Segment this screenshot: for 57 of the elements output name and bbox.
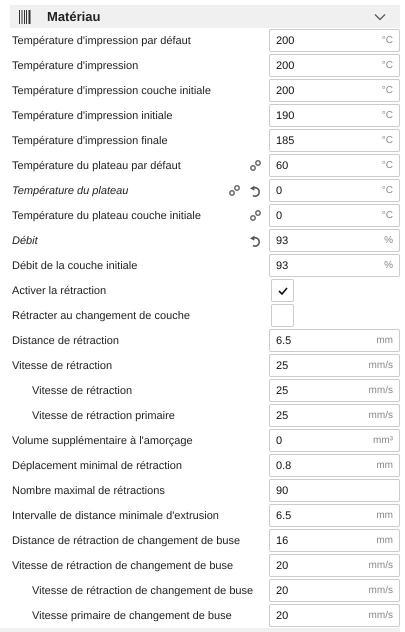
checkbox[interactable]	[271, 304, 294, 327]
setting-label: Déplacement minimal de rétraction	[12, 460, 183, 472]
checkmark-icon	[278, 286, 288, 294]
number-field[interactable]: 200 °C	[269, 29, 400, 52]
setting-label: Température du plateau par défaut	[12, 160, 182, 172]
reset-icon[interactable]	[249, 234, 261, 246]
setting-label: Intervalle de distance minimale d'extrusion	[12, 510, 220, 522]
setting-label: Température d'impression par défaut	[12, 34, 192, 46]
setting-label: Volume supplémentaire à l'amorçage	[12, 434, 194, 446]
section-title: Matériau	[47, 9, 102, 24]
number-field[interactable]: 60 °C	[269, 154, 400, 177]
number-field[interactable]: 6.5 mm	[269, 329, 400, 352]
link-icon[interactable]	[250, 160, 261, 171]
number-field[interactable]: 0.8 mm	[269, 454, 400, 477]
setting-label: Température d'impression finale	[12, 134, 169, 146]
number-field[interactable]: 93 %	[269, 254, 400, 277]
setting-label: Température d'impression initiale	[12, 110, 174, 122]
number-field[interactable]: 190 °C	[269, 104, 400, 127]
setting-label: Température du plateau couche initiale	[12, 210, 202, 222]
number-field[interactable]: 93 %	[269, 229, 400, 252]
number-field[interactable]: 16 mm	[269, 529, 400, 552]
number-field[interactable]: 0 °C	[269, 179, 400, 202]
setting-label: Débit de la couche initiale	[12, 260, 138, 272]
number-field[interactable]: 200 °C	[269, 79, 400, 102]
setting-label: Vitesse primaire de changement de buse	[32, 610, 233, 622]
number-field[interactable]: 90	[269, 479, 400, 502]
setting-label: Température du plateau	[12, 184, 130, 196]
chevron-icon[interactable]	[374, 12, 386, 20]
setting-label: Vitesse de rétraction	[32, 384, 134, 396]
reset-icon[interactable]	[249, 184, 261, 196]
setting-label: Distance de rétraction	[12, 334, 120, 346]
setting-label: Vitesse de rétraction primaire	[32, 410, 176, 422]
barcode-icon	[19, 10, 31, 24]
number-field[interactable]: 25 mm/s	[269, 354, 400, 377]
setting-label: Température d'impression	[12, 60, 140, 72]
setting-label: Température d'impression couche initiale	[12, 84, 212, 96]
setting-label: Vitesse de rétraction de changement de buse	[12, 560, 234, 572]
number-field[interactable]: 20 mm/s	[269, 604, 400, 627]
number-field[interactable]: 0 mm³	[269, 429, 400, 452]
number-field[interactable]: 20 mm/s	[269, 579, 400, 602]
setting-label: Rétracter au changement de couche	[12, 310, 191, 322]
number-field[interactable]: 25 mm/s	[269, 404, 400, 427]
number-field[interactable]: 25 mm/s	[269, 379, 400, 402]
number-field[interactable]: 20 mm/s	[269, 554, 400, 577]
setting-label: Débit	[12, 234, 39, 246]
setting-label: Distance de rétraction de changement de buse	[12, 534, 242, 546]
number-field[interactable]: 185 °C	[269, 129, 400, 152]
link-icon[interactable]	[250, 210, 261, 221]
number-field[interactable]: 200 °C	[269, 54, 400, 77]
setting-label: Nombre maximal de rétractions	[12, 484, 166, 496]
number-field[interactable]: 6.5 mm	[269, 504, 400, 527]
setting-label: Activer la rétraction	[12, 284, 108, 296]
checkbox[interactable]	[271, 279, 294, 302]
setting-label: Vitesse de rétraction de changement de buse	[32, 584, 254, 596]
link-icon[interactable]	[229, 185, 240, 196]
setting-label: Vitesse de rétraction	[12, 360, 114, 372]
number-field[interactable]: 0 °C	[269, 204, 400, 227]
